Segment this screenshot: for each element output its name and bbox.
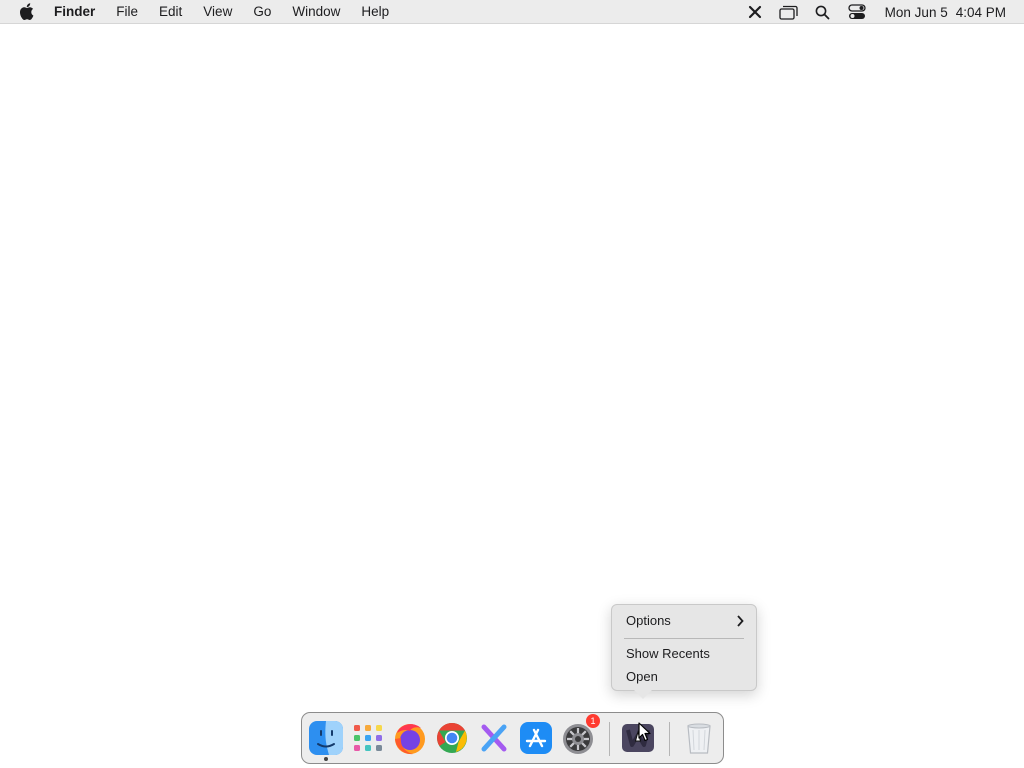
menu-bar-clock[interactable]: Mon Jun 5 4:04 PM bbox=[885, 5, 1006, 20]
spotlight-search-icon[interactable] bbox=[813, 2, 833, 22]
dock-finder-icon[interactable] bbox=[307, 719, 345, 757]
menu-item-open[interactable]: Open bbox=[626, 668, 744, 686]
notification-badge: 1 bbox=[586, 714, 600, 728]
dock-app-store-icon[interactable] bbox=[517, 719, 555, 757]
menu-edit[interactable]: Edit bbox=[159, 4, 182, 19]
dock-trash-icon[interactable] bbox=[680, 719, 718, 757]
control-center-icon[interactable] bbox=[847, 2, 867, 22]
close-x-icon[interactable] bbox=[745, 2, 765, 22]
apple-menu-icon[interactable] bbox=[19, 3, 35, 20]
dock-divider bbox=[609, 722, 610, 756]
menu-item-options-label: Options bbox=[626, 613, 671, 628]
dock-chrome-icon[interactable] bbox=[433, 719, 471, 757]
dock: 1 bbox=[301, 712, 724, 764]
menu-help[interactable]: Help bbox=[361, 4, 389, 19]
dock-x-app-icon[interactable] bbox=[475, 719, 513, 757]
dock-firefox-icon[interactable] bbox=[391, 719, 429, 757]
clock-time: 4:04 PM bbox=[955, 4, 1006, 20]
dock-divider-trash bbox=[669, 722, 670, 756]
dock-launchpad-icon[interactable] bbox=[349, 719, 387, 757]
screen-mirroring-icon[interactable] bbox=[779, 2, 799, 22]
menu-separator bbox=[624, 638, 744, 639]
dock-system-settings-icon[interactable]: 1 bbox=[559, 714, 600, 757]
clock-date: Mon Jun 5 bbox=[884, 4, 948, 20]
menu-pointer-arrow bbox=[634, 690, 652, 699]
mouse-cursor-icon bbox=[638, 722, 652, 742]
menu-finder[interactable]: Finder bbox=[54, 4, 95, 19]
menu-view[interactable]: View bbox=[203, 4, 232, 19]
menu-item-options[interactable]: Options bbox=[626, 612, 744, 630]
menu-bar-status-area: Mon Jun 5 4:04 PM bbox=[745, 0, 1024, 24]
menu-go[interactable]: Go bbox=[253, 4, 271, 19]
menu-bar: Finder File Edit View Go Window Help Mon… bbox=[0, 0, 1024, 24]
menu-item-show-recents[interactable]: Show Recents bbox=[626, 645, 744, 663]
finder-running-indicator bbox=[324, 757, 328, 761]
chevron-right-icon bbox=[736, 612, 744, 632]
menu-file[interactable]: File bbox=[116, 4, 138, 19]
dock-context-menu: Options Show Recents Open bbox=[611, 604, 757, 699]
menu-window[interactable]: Window bbox=[292, 4, 340, 19]
